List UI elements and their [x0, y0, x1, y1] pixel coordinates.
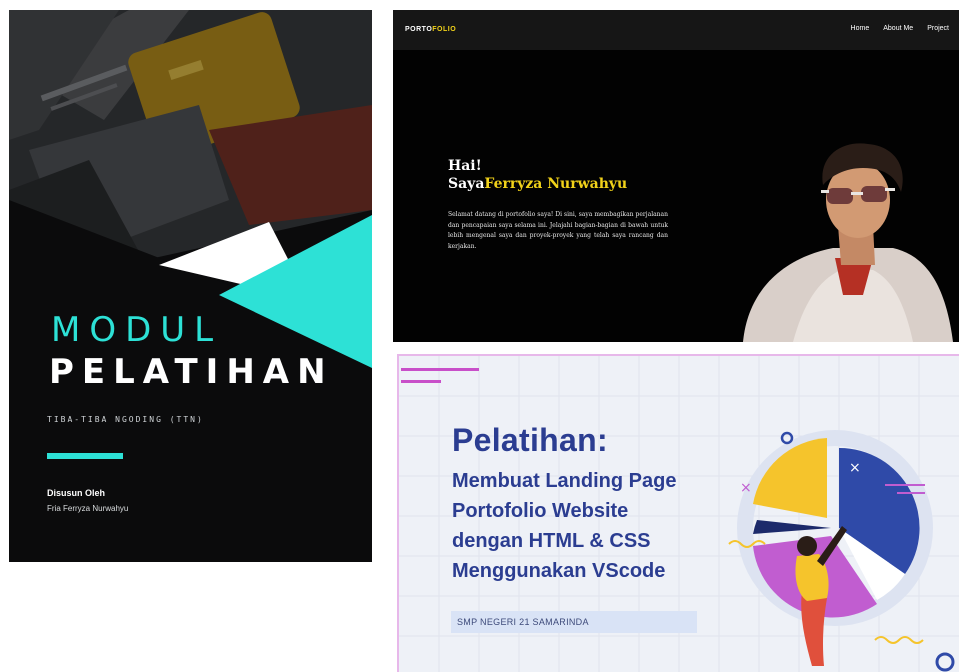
hero-name-highlight: Ferryza Nurwahyu: [484, 176, 628, 192]
cover-subtitle: TIBA-TIBA NGODING (TTN): [47, 415, 204, 424]
portfolio-navbar: PORTOFOLIO Home About Me Project: [393, 10, 959, 50]
logo-part1: PORTO: [405, 26, 433, 33]
slide-title: Pelatihan:: [452, 422, 608, 458]
cover-accent-bar: [47, 453, 123, 459]
logo-part2: FOLIO: [432, 26, 457, 33]
nav-about-me[interactable]: About Me: [883, 25, 913, 32]
hero-name: SayaFerryza Nurwahyu: [448, 176, 627, 192]
training-slide: Pelatihan: Membuat Landing Page Portofol…: [397, 354, 959, 672]
slide-line-2: Portofolio Website: [452, 500, 629, 522]
svg-text:×: ×: [849, 460, 861, 476]
hero-name-prefix: Saya: [448, 176, 485, 192]
slide-line-4: Menggunakan VScode: [452, 560, 666, 582]
cover-title-line2: PELATIHAN: [49, 352, 334, 392]
school-label: SMP NEGERI 21 SAMARINDA: [451, 611, 697, 633]
nav-project[interactable]: Project: [927, 25, 949, 32]
cover-author: Fria Ferryza Nurwahyu: [47, 504, 129, 513]
pie-chart-illustration: × ×: [728, 430, 955, 672]
slide-subtitle: Membuat Landing Page Portofolio Website …: [452, 466, 676, 586]
hero-portrait-image: [743, 143, 953, 342]
hero-description: Selamat datang di portofolio saya! Di si…: [448, 211, 668, 250]
svg-text:×: ×: [740, 480, 752, 496]
module-cover: MODUL PELATIHAN TIBA-TIBA NGODING (TTN) …: [9, 10, 372, 562]
cover-by-label: Disusun Oleh: [47, 488, 106, 498]
portfolio-logo[interactable]: PORTOFOLIO: [405, 26, 456, 33]
nav-home[interactable]: Home: [851, 25, 870, 32]
slide-line-3: dengan HTML & CSS: [452, 530, 651, 552]
portfolio-screenshot: PORTOFOLIO Home About Me Project Hai! Sa…: [393, 10, 959, 342]
hero-greeting: Hai!: [448, 158, 482, 174]
cover-title-line1: MODUL: [51, 310, 223, 350]
collage: MODUL PELATIHAN TIBA-TIBA NGODING (TTN) …: [0, 0, 959, 672]
slide-line-1: Membuat Landing Page: [452, 470, 677, 492]
nav-links: Home About Me Project: [851, 25, 949, 32]
cover-background-art: [9, 10, 372, 562]
